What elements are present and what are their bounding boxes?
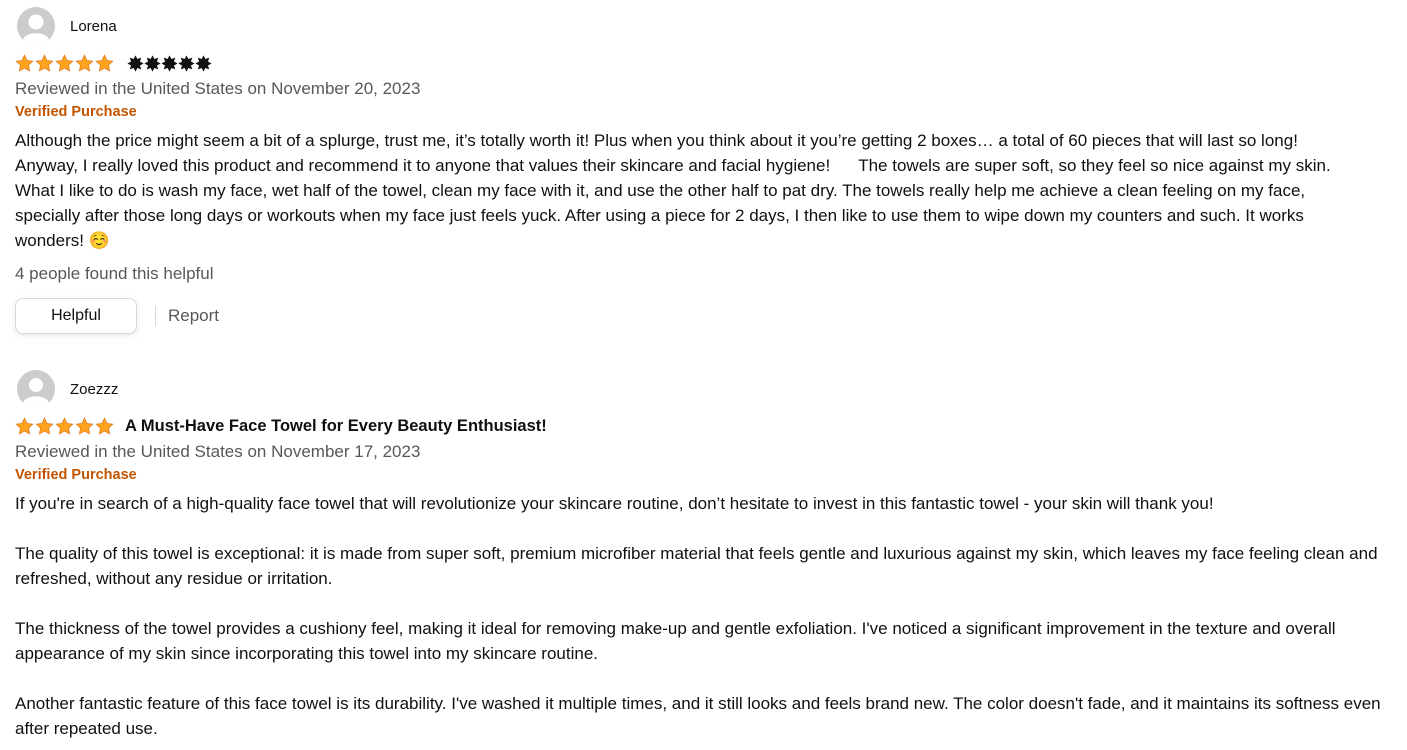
star-icon <box>55 53 74 72</box>
action-divider <box>155 306 156 326</box>
helpful-count: 4 people found this helpful <box>15 264 214 283</box>
review-body: If you're in search of a high-quality fa… <box>15 491 1400 741</box>
star-icon <box>55 416 74 435</box>
review-body: Although the price might seem a bit of a… <box>15 128 1400 253</box>
star-icon <box>35 53 54 72</box>
star-icon <box>75 416 94 435</box>
black-star-icon <box>144 54 161 72</box>
review-paragraph: If you're in search of a high-quality fa… <box>15 494 1214 513</box>
star-icon <box>15 53 34 72</box>
review-paragraph: Another fantastic feature of this face t… <box>15 694 1381 738</box>
star-rating[interactable] <box>15 416 115 436</box>
black-star-icon <box>127 54 144 72</box>
star-icon <box>35 416 54 435</box>
review-date: Reviewed in the United States on Novembe… <box>15 79 421 98</box>
star-rating[interactable] <box>15 53 115 73</box>
review-body-line: Although the price might seem a bit of a… <box>15 131 1298 150</box>
avatar-icon <box>17 370 55 408</box>
star-icon <box>95 53 114 72</box>
verified-purchase-badge[interactable]: Verified Purchase <box>15 102 1400 122</box>
star-icon <box>75 53 94 72</box>
review-card: Zoezzz A Must-Have Face Towel for Every … <box>15 369 1400 741</box>
review-card: Lorena Reviewed in the United States on … <box>15 6 1400 334</box>
star-icon <box>95 416 114 435</box>
rating-row: A Must-Have Face Towel for Every Beauty … <box>15 414 1400 438</box>
reviewer-name[interactable]: Zoezzz <box>70 381 118 398</box>
rating-row <box>15 51 1400 75</box>
review-body-line: specially after those long days or worko… <box>15 206 1304 225</box>
review-body-line: wonders! ☺️ <box>15 231 110 250</box>
review-date: Reviewed in the United States on Novembe… <box>15 442 421 461</box>
report-link[interactable]: Report <box>168 306 219 326</box>
avatar-icon <box>17 7 55 45</box>
review-actions: Helpful Report <box>15 298 1400 334</box>
review-title[interactable]: A Must-Have Face Towel for Every Beauty … <box>125 417 547 436</box>
star-icon <box>15 416 34 435</box>
black-star-icon <box>195 54 212 72</box>
helpful-button[interactable]: Helpful <box>15 298 137 334</box>
black-star-icon <box>178 54 195 72</box>
reviewer-profile[interactable]: Lorena <box>15 6 1400 46</box>
black-star-icon <box>161 54 178 72</box>
review-paragraph: The quality of this towel is exceptional… <box>15 544 1378 588</box>
review-paragraph: The thickness of the towel provides a cu… <box>15 619 1336 663</box>
review-body-line: Anyway, I really loved this product and … <box>15 156 1331 175</box>
verified-purchase-badge[interactable]: Verified Purchase <box>15 465 1400 485</box>
reviewer-profile[interactable]: Zoezzz <box>15 369 1400 409</box>
review-body-line: What I like to do is wash my face, wet h… <box>15 181 1306 200</box>
reviewer-name[interactable]: Lorena <box>70 18 117 35</box>
image-star-rating <box>127 54 212 72</box>
